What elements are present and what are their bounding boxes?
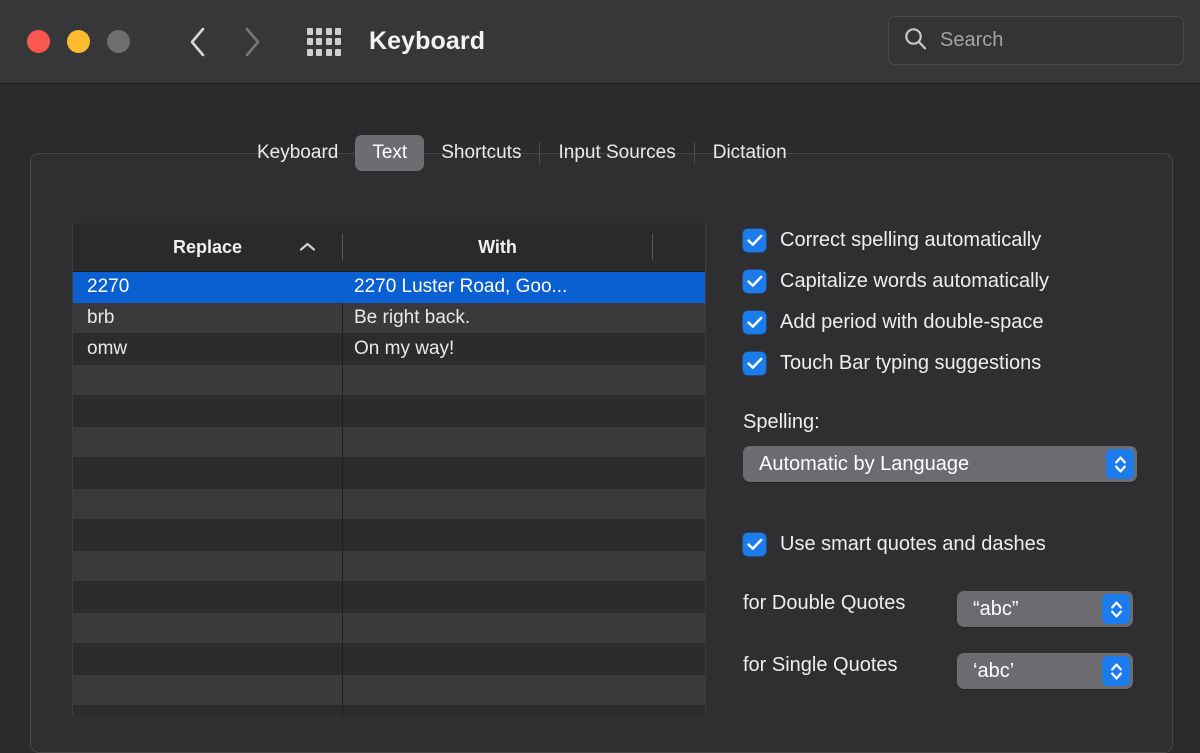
- tab-bar: Keyboard Text Shortcuts Input Sources Di…: [240, 134, 804, 172]
- tab-text[interactable]: Text: [355, 135, 425, 171]
- tab-keyboard[interactable]: Keyboard: [240, 135, 355, 171]
- column-header-with-label: With: [478, 236, 517, 257]
- chevron-left-icon[interactable]: [187, 25, 209, 59]
- chevron-right-icon[interactable]: [241, 25, 263, 59]
- page-title: Keyboard: [369, 27, 486, 55]
- show-all-grid-icon[interactable]: [307, 27, 341, 56]
- checkmark-icon: [743, 533, 766, 556]
- search-icon: [903, 26, 928, 56]
- cell-divider: [342, 489, 343, 519]
- checkbox-touch-bar-suggestions[interactable]: Touch Bar typing suggestions: [743, 343, 1153, 384]
- checkbox-label: Capitalize words automatically: [780, 270, 1050, 292]
- spelling-popup-button[interactable]: Automatic by Language: [743, 446, 1137, 482]
- checkbox-label: Correct spelling automatically: [780, 229, 1042, 251]
- checkmark-icon: [743, 352, 766, 375]
- tab-shortcuts[interactable]: Shortcuts: [424, 135, 538, 171]
- cell-divider: [342, 613, 343, 643]
- single-quotes-row: for Single Quotes ‘abc’: [743, 641, 1153, 689]
- column-header-replace[interactable]: Replace: [73, 223, 342, 271]
- chevron-up-down-icon[interactable]: [1102, 656, 1130, 686]
- table-body: 2270 2270 Luster Road, Goo... brb Be rig…: [73, 272, 705, 715]
- checkbox-capitalize-words[interactable]: Capitalize words automatically: [743, 261, 1153, 302]
- cell-divider: [342, 365, 343, 395]
- column-header-with[interactable]: With: [343, 223, 652, 271]
- cell-with: 2270 Luster Road, Goo...: [354, 276, 568, 297]
- navigation-buttons: [187, 25, 263, 59]
- cell-divider: [342, 706, 343, 715]
- checkbox-add-period[interactable]: Add period with double-space: [743, 302, 1153, 343]
- cell-divider: [342, 582, 343, 612]
- checkbox-correct-spelling[interactable]: Correct spelling automatically: [743, 220, 1153, 261]
- checkbox-label: Use smart quotes and dashes: [780, 533, 1046, 555]
- double-quotes-popup-button[interactable]: “abc”: [957, 591, 1133, 627]
- traffic-light-group: [27, 30, 130, 53]
- checkmark-icon: [743, 311, 766, 334]
- table-row-empty[interactable]: [73, 644, 705, 675]
- chevron-up-down-icon[interactable]: [1102, 594, 1130, 624]
- search-input[interactable]: Search: [940, 29, 1003, 52]
- table-row-empty[interactable]: [73, 365, 705, 396]
- table-row-empty[interactable]: [73, 520, 705, 551]
- cell-replace: omw: [87, 338, 128, 359]
- checkbox-label: Add period with double-space: [780, 311, 1044, 333]
- cell-divider: [342, 458, 343, 488]
- zoom-button: [107, 30, 130, 53]
- cell-divider: [342, 551, 343, 581]
- double-quotes-row: for Double Quotes “abc”: [743, 579, 1153, 627]
- spelling-label: Spelling:: [743, 411, 820, 433]
- cell-divider: [342, 427, 343, 457]
- table-row-empty[interactable]: [73, 489, 705, 520]
- table-row-empty[interactable]: [73, 427, 705, 458]
- cell-divider: [342, 396, 343, 426]
- chevron-up-icon: [299, 237, 316, 258]
- tab-dictation[interactable]: Dictation: [696, 135, 804, 171]
- text-replacement-table[interactable]: Replace With 2270 2270 Luster Road, Goo.…: [72, 223, 706, 715]
- checkbox-label: Touch Bar typing suggestions: [780, 352, 1042, 374]
- column-header-filler: [653, 223, 705, 271]
- checkmark-icon: [743, 229, 766, 252]
- single-quotes-popup-button[interactable]: ‘abc’: [957, 653, 1133, 689]
- table-row-empty[interactable]: [73, 613, 705, 644]
- single-quotes-label: for Single Quotes: [743, 653, 898, 676]
- cell-with: On my way!: [354, 338, 455, 359]
- column-header-replace-label: Replace: [172, 236, 243, 257]
- table-header: Replace With: [73, 223, 705, 272]
- table-row[interactable]: 2270 2270 Luster Road, Goo...: [73, 272, 705, 303]
- table-row-empty[interactable]: [73, 458, 705, 489]
- chevron-up-down-icon[interactable]: [1106, 449, 1134, 479]
- table-row-empty[interactable]: [73, 551, 705, 582]
- cell-replace: brb: [87, 307, 115, 328]
- cell-divider: [342, 520, 343, 550]
- checkbox-smart-quotes[interactable]: Use smart quotes and dashes: [743, 524, 1153, 565]
- table-row-empty[interactable]: [73, 706, 705, 715]
- double-quotes-value: “abc”: [973, 597, 1019, 620]
- double-quotes-label: for Double Quotes: [743, 591, 906, 614]
- table-row-empty[interactable]: [73, 582, 705, 613]
- text-options-column: Correct spelling automatically Capitaliz…: [743, 220, 1153, 689]
- tab-input-sources[interactable]: Input Sources: [541, 135, 692, 171]
- cell-divider: [342, 675, 343, 705]
- tab-separator: [539, 142, 541, 164]
- table-row[interactable]: omw On my way!: [73, 334, 705, 365]
- cell-divider: [342, 644, 343, 674]
- checkmark-icon: [743, 270, 766, 293]
- single-quotes-value: ‘abc’: [973, 659, 1015, 682]
- table-row-empty[interactable]: [73, 675, 705, 706]
- tab-separator: [693, 142, 695, 164]
- window-titlebar: Keyboard Search: [0, 0, 1200, 84]
- spelling-popup-value: Automatic by Language: [759, 452, 970, 475]
- cell-with: Be right back.: [354, 307, 471, 328]
- table-row-empty[interactable]: [73, 396, 705, 427]
- search-field[interactable]: Search: [888, 16, 1184, 65]
- table-row[interactable]: brb Be right back.: [73, 303, 705, 334]
- close-button[interactable]: [27, 30, 50, 53]
- cell-replace: 2270: [87, 276, 130, 297]
- minimize-button[interactable]: [67, 30, 90, 53]
